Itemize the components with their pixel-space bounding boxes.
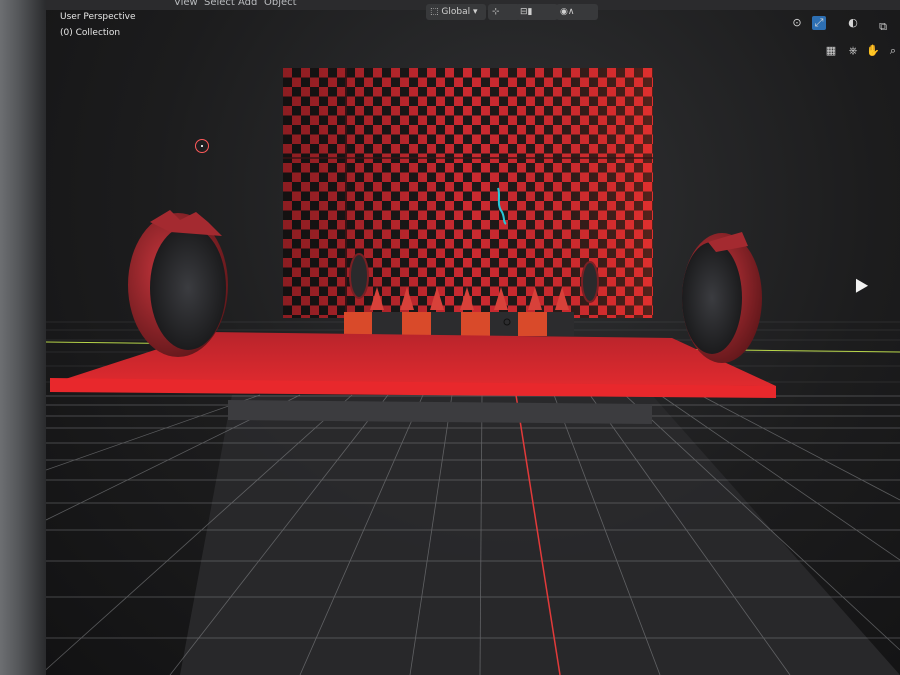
pivot-icon: ⊹ [492, 7, 500, 17]
proportional-editing-toggle[interactable]: ◉∧ [556, 4, 598, 20]
menu-object[interactable]: Object [264, 0, 297, 8]
orientation-icon: ⬚ [430, 7, 439, 17]
gizmo-icon[interactable]: ⤢ [812, 16, 826, 30]
menu-add[interactable]: Add [238, 0, 257, 8]
active-collection-label: (0) Collection [60, 28, 121, 38]
scene-render [46, 68, 900, 675]
monitor-bezel [0, 0, 46, 675]
menu-select[interactable]: Select [204, 0, 235, 8]
hand-icon[interactable]: ✋ [866, 44, 880, 58]
grid-view-icon[interactable]: ▦ [824, 44, 838, 58]
zoom-icon[interactable]: ⌕ [886, 44, 900, 58]
snap-toggle[interactable]: ⊟▮ [516, 4, 558, 20]
view-perspective-label: User Perspective [60, 12, 136, 22]
camera-icon[interactable]: ⎈ [846, 44, 860, 58]
proportional-editing-icon: ◉∧ [560, 7, 575, 17]
transform-orientation-dropdown[interactable]: ⬚ Global ▾ [426, 4, 486, 20]
menu-view[interactable]: View [174, 0, 198, 8]
3d-cursor-icon[interactable] [195, 139, 209, 153]
snap-icon: ⊟▮ [520, 7, 533, 17]
3d-viewport[interactable] [46, 0, 900, 675]
chevron-down-icon: ▾ [472, 7, 478, 17]
transform-orientation-value: Global [441, 7, 471, 17]
visibility-icon[interactable]: ⊙ [790, 16, 804, 30]
xray-icon[interactable]: ⧉ [876, 20, 890, 34]
overlay-icon[interactable]: ◐ [846, 16, 860, 30]
